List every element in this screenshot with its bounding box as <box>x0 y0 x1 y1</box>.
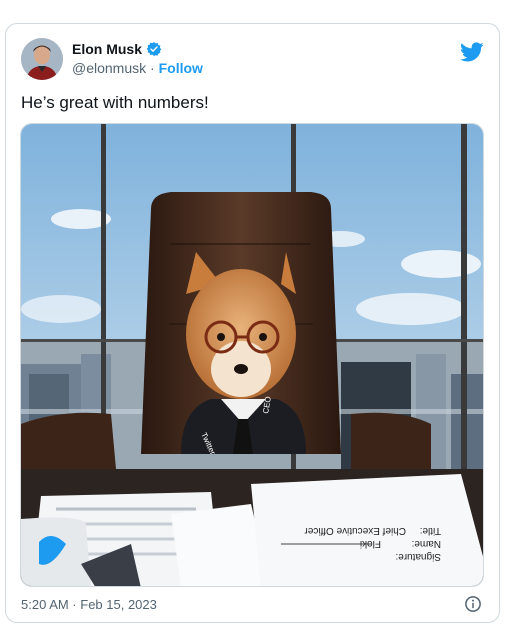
tweet-text: He’s great with numbers! <box>21 93 209 112</box>
paper-title: Title: <box>420 525 441 536</box>
paper-signature: Signature: <box>395 551 441 562</box>
paper-role: Chief Executive Officer <box>304 525 406 536</box>
author-handle[interactable]: @elonmusk <box>72 60 146 76</box>
tweet-photo[interactable]: Twitter CEO Signature: Name: Title: Flok… <box>20 123 484 587</box>
tweet-card: Elon Musk @elonmusk · Follow He’s great … <box>5 23 500 623</box>
tweet-header: Elon Musk @elonmusk · Follow <box>21 38 484 82</box>
twitter-bird-icon[interactable] <box>460 40 484 64</box>
tweet-timestamp[interactable]: 5:20 AM · Feb 15, 2023 <box>21 597 157 612</box>
avatar[interactable] <box>21 38 63 80</box>
follow-button[interactable]: Follow <box>159 60 203 76</box>
info-icon[interactable] <box>464 595 482 613</box>
display-name[interactable]: Elon Musk <box>72 41 142 57</box>
handle-separator: · <box>146 60 159 76</box>
author-name-row: Elon Musk <box>72 41 162 57</box>
handle-row: @elonmusk · Follow <box>72 60 203 76</box>
verified-badge-icon <box>146 42 162 56</box>
paper-name: Name: <box>412 538 441 549</box>
photo-illustration: Twitter CEO Signature: Name: Title: Flok… <box>21 124 483 586</box>
